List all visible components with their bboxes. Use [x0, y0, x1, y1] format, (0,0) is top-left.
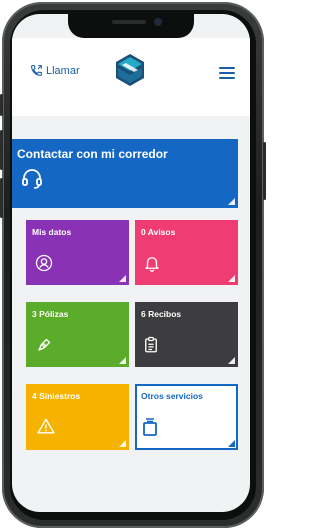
recibos-tile[interactable]: 6 Recibos [135, 302, 238, 367]
receipt-icon [145, 336, 157, 353]
user-icon [35, 254, 53, 272]
recibos-label: 6 Recibos [141, 309, 182, 319]
container-icon [143, 418, 157, 436]
warning-icon [37, 418, 55, 434]
polizas-tile[interactable]: 3 Pólizas [26, 302, 129, 367]
bell-icon [145, 257, 159, 272]
pen-icon [38, 338, 51, 351]
avisos-tile[interactable]: 0 Avisos [135, 220, 238, 285]
contact-broker-label: Contactar con mi corredor [17, 147, 168, 161]
call-label: Llamar [46, 64, 80, 77]
contact-broker-tile[interactable]: Contactar con mi corredor [12, 139, 238, 208]
siniestros-tile[interactable]: 4 Siniestros [26, 384, 129, 450]
mis-datos-tile[interactable]: Mis datos [26, 220, 129, 285]
phone-icon [31, 65, 42, 76]
otros-servicios-label: Otros servicios [141, 391, 203, 401]
siniestros-label: 4 Siniestros [32, 391, 81, 401]
notch [68, 14, 194, 38]
menu-icon[interactable] [219, 67, 235, 79]
polizas-label: 3 Pólizas [32, 309, 69, 319]
logo-icon [116, 54, 144, 86]
mis-datos-label: Mis datos [32, 227, 72, 237]
app-screen: Llamar Contactar con mi corredor Mis dat… [12, 14, 250, 512]
avisos-label: 0 Avisos [141, 227, 176, 237]
call-button[interactable]: Llamar [30, 64, 80, 77]
otros-servicios-tile[interactable]: Otros servicios [135, 384, 238, 450]
headset-icon [22, 169, 42, 189]
